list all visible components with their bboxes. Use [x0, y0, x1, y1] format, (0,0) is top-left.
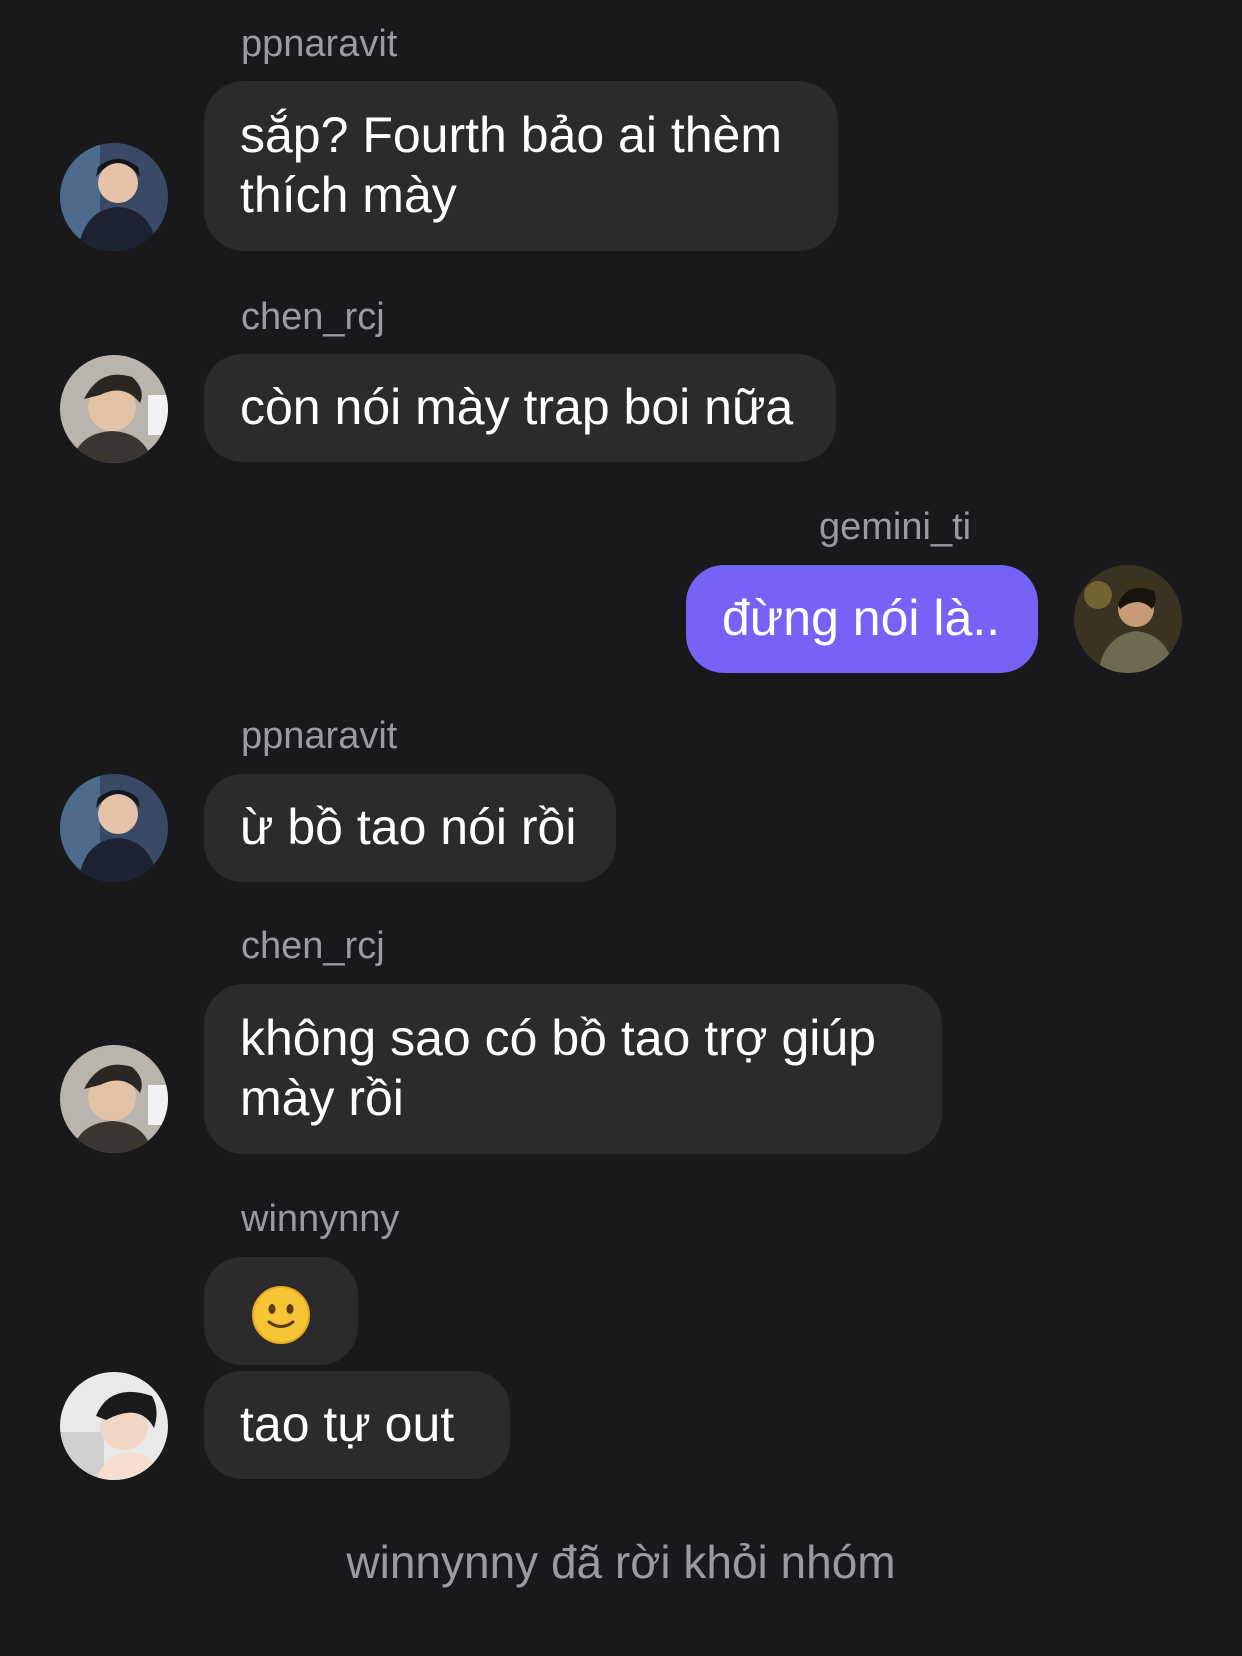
sender-name: ppnaravit: [241, 23, 398, 65]
user-avatar-icon: [60, 1372, 168, 1480]
sender-name: chen_rcj: [241, 925, 385, 967]
sender-name: winnynny: [241, 1198, 400, 1240]
slightly-smiling-face-icon: [252, 1285, 310, 1344]
user-avatar-icon: [60, 355, 168, 463]
avatar[interactable]: [60, 1045, 168, 1153]
sender-name: gemini_ti: [819, 506, 972, 548]
sender-name: ppnaravit: [241, 715, 398, 757]
user-avatar-icon: [60, 143, 168, 251]
chat-thread: ppnaravit sắp? Fourth bảo ai thèm thích …: [0, 0, 1242, 1656]
sender-name: chen_rcj: [241, 296, 385, 338]
user-avatar-icon: [60, 1045, 168, 1153]
user-avatar-icon: [60, 774, 168, 882]
message-bubble[interactable]: sắp? Fourth bảo ai thèm thích mày: [204, 81, 838, 251]
avatar[interactable]: [60, 1372, 168, 1480]
avatar[interactable]: [1074, 565, 1182, 673]
user-avatar-icon: [1074, 565, 1182, 673]
message-bubble[interactable]: không sao có bồ tao trợ giúp mày rồi: [204, 984, 942, 1154]
message-bubble[interactable]: ừ bồ tao nói rồi: [204, 774, 616, 882]
message-bubble-emoji[interactable]: [204, 1257, 358, 1365]
avatar[interactable]: [60, 143, 168, 251]
message-bubble[interactable]: còn nói mày trap boi nữa: [204, 354, 836, 462]
system-message: winnynny đã rời khỏi nhóm: [346, 1536, 896, 1588]
avatar[interactable]: [60, 774, 168, 882]
avatar[interactable]: [60, 355, 168, 463]
message-bubble[interactable]: tao tự out: [204, 1371, 510, 1479]
message-bubble-outgoing[interactable]: đừng nói là..: [686, 565, 1038, 673]
